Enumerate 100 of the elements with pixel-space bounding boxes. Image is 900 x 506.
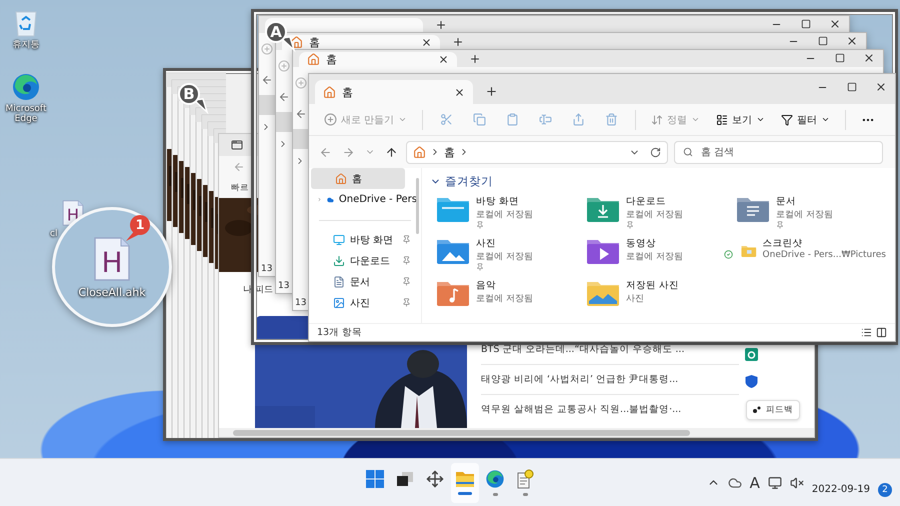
headline-link[interactable]: 역무원 살해범은 교통공사 직원...불법촬영·... xyxy=(481,403,739,416)
folder-location: 로컬에 저장됨 xyxy=(626,209,683,221)
notification-badge[interactable]: 2 xyxy=(878,482,892,496)
running-indicator xyxy=(458,492,472,495)
new-tab-icon[interactable] xyxy=(452,36,464,48)
new-icon xyxy=(261,43,273,55)
tab[interactable]: 홈 xyxy=(315,80,473,104)
close-icon[interactable] xyxy=(846,35,858,47)
muted-speaker-icon[interactable] xyxy=(790,476,804,490)
section-header[interactable]: 즐겨찾기 xyxy=(430,174,887,189)
details-view-icon[interactable] xyxy=(861,327,872,338)
caret-icon xyxy=(398,115,408,124)
refresh-icon[interactable] xyxy=(650,146,661,158)
new-tab-icon[interactable] xyxy=(485,84,498,98)
status-text: 13 xyxy=(278,281,290,293)
headline-link[interactable]: 태양광 비리에 ‘사법처리’ 언급한 尹대통령... xyxy=(481,373,739,386)
nav-item[interactable]: 바탕 화면 xyxy=(311,229,411,250)
home-icon xyxy=(335,172,347,184)
status-text: 13 xyxy=(295,298,306,310)
scrollbar xyxy=(416,178,419,234)
folder-name[interactable]: 바탕 화면 xyxy=(476,195,533,208)
edge-icon xyxy=(485,469,505,489)
close-tab-icon[interactable] xyxy=(438,54,449,65)
nav-item[interactable]: OneDrive - Pers xyxy=(311,189,417,210)
nav-item[interactable]: 문서 xyxy=(311,271,411,292)
up-icon[interactable] xyxy=(385,146,398,158)
new-tab-icon[interactable] xyxy=(435,18,447,30)
folder-name[interactable]: 문서 xyxy=(776,195,833,208)
scroll-thumb[interactable] xyxy=(233,430,690,436)
folder-icon xyxy=(455,470,475,488)
nav-item[interactable]: 홈 xyxy=(311,168,405,189)
folder-name[interactable]: 스크린샷 xyxy=(762,237,886,250)
folder-name[interactable]: 저장된 사진 xyxy=(626,279,680,292)
nav-item[interactable]: 다운로드 xyxy=(311,250,411,271)
new-icon xyxy=(278,60,290,72)
folder-icon xyxy=(586,279,620,307)
close-tab-icon[interactable] xyxy=(421,37,432,48)
folder-location: 로컬에 저장됨 xyxy=(626,251,683,263)
news-source-icon xyxy=(745,348,758,361)
folder-icon xyxy=(586,195,620,223)
folder-location: 로컬에 저장됨 xyxy=(476,209,533,221)
cut-icon xyxy=(440,113,454,126)
copy-icon xyxy=(473,113,486,126)
edge-icon xyxy=(11,72,41,102)
folder-name[interactable]: 다운로드 xyxy=(626,195,683,208)
caret-icon xyxy=(821,115,830,124)
document-icon xyxy=(333,276,345,288)
filter-icon xyxy=(781,114,794,126)
list-icon xyxy=(716,114,728,126)
image-icon xyxy=(333,296,345,308)
folder-location: 로컬에 저장됨 xyxy=(476,293,533,305)
date-text[interactable]: 2022-09-19 xyxy=(812,484,870,495)
tab-icon[interactable] xyxy=(231,139,243,151)
back-icon[interactable] xyxy=(319,146,332,158)
filter-button[interactable]: 필터 xyxy=(774,108,838,130)
rename-icon xyxy=(539,113,552,126)
tab[interactable]: 홈 xyxy=(282,35,440,50)
help-document-icon xyxy=(516,469,534,489)
back-icon xyxy=(278,91,290,103)
cloud-icon[interactable] xyxy=(728,476,742,490)
folder-name[interactable]: 사진 xyxy=(476,237,533,250)
close-icon[interactable] xyxy=(828,18,840,30)
search-field[interactable]: 홈 검색 xyxy=(674,140,883,164)
windows-logo-icon xyxy=(366,470,384,488)
view-button[interactable]: 보기 xyxy=(709,108,772,130)
breadcrumb[interactable]: 홈 xyxy=(444,144,455,160)
paste-icon xyxy=(506,113,520,126)
tiles-view-icon[interactable] xyxy=(876,327,887,338)
nav-item[interactable]: 사진 xyxy=(311,292,411,313)
close-tab-icon[interactable] xyxy=(454,86,465,98)
feedback-button[interactable]: 피드백 xyxy=(746,400,800,420)
folder-icon xyxy=(436,237,470,265)
forward-icon[interactable] xyxy=(342,146,355,158)
close-icon[interactable] xyxy=(874,81,886,93)
new-tab-icon[interactable] xyxy=(469,52,481,64)
sort-icon xyxy=(651,114,664,126)
text: 나 xyxy=(243,284,252,296)
folder-icon xyxy=(436,195,470,223)
network-icon[interactable] xyxy=(768,476,782,490)
add-icon xyxy=(324,113,337,126)
delete-icon xyxy=(605,113,618,126)
headline-link[interactable]: BTS 군대 오라는데...“대사습놀이 우승해도 ... xyxy=(481,343,739,356)
address-bar[interactable]: 홈 xyxy=(406,140,668,164)
close-icon[interactable] xyxy=(862,52,874,64)
bookmark-link[interactable]: 빠르 xyxy=(231,182,249,194)
feedback-icon xyxy=(753,406,762,414)
folder-icon xyxy=(436,279,470,307)
folder-name[interactable]: 동영상 xyxy=(626,237,683,250)
running-indicator xyxy=(492,493,498,496)
folder-location: 로컬에 저장됨 xyxy=(476,251,533,263)
news-source-icon xyxy=(745,375,758,388)
home-icon xyxy=(307,53,320,66)
folder-name[interactable]: 음악 xyxy=(476,279,533,292)
download-icon xyxy=(333,254,345,266)
search-icon xyxy=(683,146,693,156)
home-icon xyxy=(413,146,426,158)
input-indicator[interactable]: A xyxy=(750,474,760,492)
tab[interactable]: 홈 xyxy=(299,52,457,67)
task-view-icon xyxy=(396,470,414,488)
maximize-icon[interactable] xyxy=(846,82,856,92)
